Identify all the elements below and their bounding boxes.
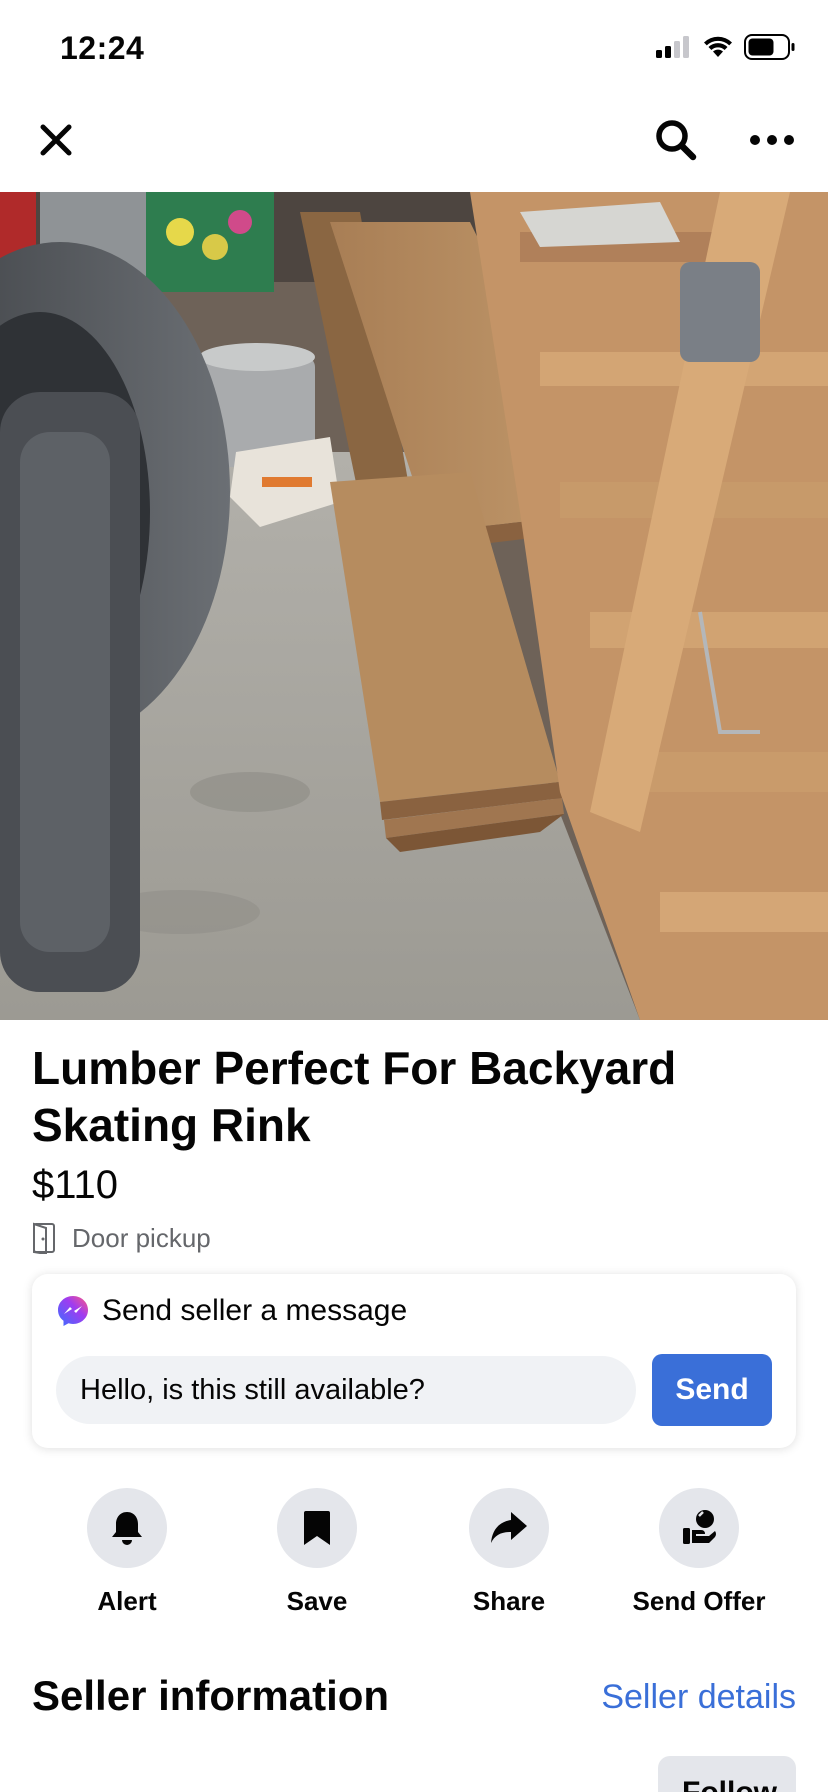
bookmark-icon	[304, 1511, 330, 1545]
nav-bar	[0, 96, 828, 192]
bell-icon	[112, 1512, 142, 1545]
status-time: 12:24	[60, 30, 145, 66]
messenger-icon	[58, 1296, 88, 1326]
listing-photo[interactable]	[0, 192, 828, 1020]
close-icon	[40, 124, 72, 156]
more-button[interactable]	[744, 114, 800, 166]
share-button[interactable]: Share	[414, 1488, 604, 1617]
share-label: Share	[472, 1586, 546, 1616]
status-icons	[656, 34, 796, 60]
action-row: Alert Save Share Send Offer	[0, 1488, 828, 1618]
share-button-circle[interactable]	[469, 1488, 549, 1568]
share-icon	[491, 1512, 527, 1543]
pickup-label: Door pickup	[72, 1222, 211, 1253]
save-button-circle[interactable]	[277, 1488, 357, 1568]
message-header: Send seller a message	[56, 1294, 407, 1328]
search-icon	[656, 120, 697, 161]
send-offer-button-circle[interactable]	[659, 1488, 739, 1568]
send-offer-button[interactable]: Send Offer	[604, 1488, 794, 1617]
signal-icon	[656, 36, 689, 58]
save-label: Save	[286, 1586, 348, 1616]
alert-button-circle[interactable]	[87, 1488, 167, 1568]
more-icon	[750, 135, 794, 145]
send-offer-label: Send Offer	[632, 1586, 766, 1616]
door-icon	[33, 1222, 55, 1254]
lumber-photo-image	[0, 192, 828, 1020]
message-card: Send seller a message Send	[32, 1274, 796, 1448]
message-input[interactable]	[56, 1356, 636, 1424]
listing-price: $110	[32, 1163, 119, 1207]
offer-icon	[683, 1510, 716, 1544]
listing-title: Lumber Perfect For Backyard Skating Rink	[32, 1042, 677, 1151]
status-bar: 12:24	[0, 0, 828, 96]
search-button[interactable]	[650, 114, 702, 166]
wifi-icon	[704, 36, 732, 57]
seller-info-heading: Seller information	[32, 1672, 390, 1719]
save-button[interactable]: Save	[222, 1488, 412, 1617]
seller-details-link[interactable]: Seller details	[601, 1678, 796, 1717]
alert-label: Alert	[97, 1586, 157, 1616]
send-button[interactable]: Send	[652, 1354, 772, 1426]
follow-button[interactable]: Follow	[658, 1756, 796, 1792]
message-heading: Send seller a message	[102, 1294, 408, 1327]
alert-button[interactable]: Alert	[32, 1488, 222, 1617]
close-button[interactable]	[32, 116, 80, 164]
battery-icon	[744, 34, 795, 60]
pickup-info: Door pickup	[32, 1222, 211, 1254]
